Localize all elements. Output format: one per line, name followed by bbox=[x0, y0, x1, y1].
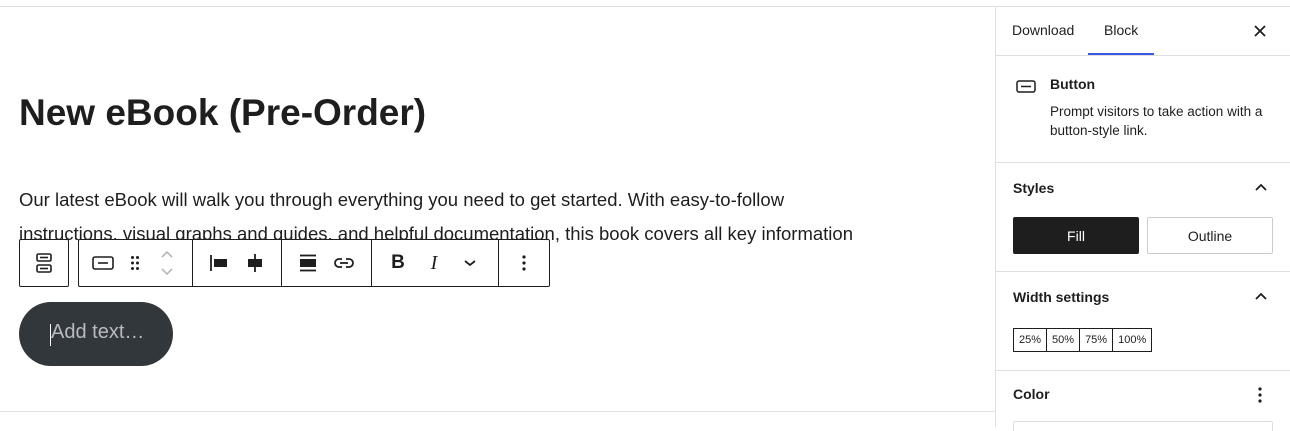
width-settings-title[interactable]: Width settings bbox=[1013, 289, 1109, 305]
chevron-up-icon[interactable] bbox=[1255, 183, 1267, 191]
color-setting-row[interactable] bbox=[1013, 421, 1273, 431]
active-tab-indicator bbox=[1088, 53, 1154, 55]
chevron-up-icon[interactable] bbox=[1255, 292, 1267, 300]
toolbar-block-section bbox=[79, 240, 193, 286]
link-button[interactable] bbox=[326, 240, 362, 286]
more-options-icon bbox=[1258, 387, 1262, 403]
justify-left-button[interactable] bbox=[201, 240, 237, 286]
block-card: Button Prompt visitors to take action wi… bbox=[996, 56, 1290, 163]
style-fill-button[interactable]: Fill bbox=[1013, 217, 1139, 254]
close-sidebar-button[interactable] bbox=[1252, 23, 1268, 39]
toolbar-justify-section bbox=[193, 240, 282, 286]
block-card-description: Prompt visitors to take action with a bu… bbox=[1050, 104, 1263, 138]
width-75-button[interactable]: 75% bbox=[1080, 329, 1114, 351]
vertical-align-icon bbox=[300, 254, 316, 272]
tab-download[interactable]: Download bbox=[1012, 22, 1074, 38]
sidebar-tabs: Download Block bbox=[996, 7, 1290, 56]
vertical-align-button[interactable] bbox=[290, 240, 326, 286]
width-50-button[interactable]: 50% bbox=[1047, 329, 1081, 351]
style-outline-button[interactable]: Outline bbox=[1147, 217, 1273, 254]
justify-left-icon bbox=[210, 255, 227, 271]
button-block-icon bbox=[92, 256, 114, 270]
color-panel-title[interactable]: Color bbox=[1013, 386, 1050, 402]
color-options-button[interactable] bbox=[1258, 387, 1262, 408]
button-block[interactable]: Add text… bbox=[19, 302, 173, 366]
move-up-down-icon bbox=[161, 250, 173, 276]
more-format-button[interactable] bbox=[452, 240, 488, 286]
buttons-block-icon bbox=[36, 253, 52, 273]
close-icon bbox=[1254, 25, 1266, 37]
button-text-placeholder[interactable]: Add text… bbox=[51, 321, 144, 344]
toolbar-format-section: B I bbox=[372, 240, 499, 286]
toolbar-options-section bbox=[499, 240, 549, 286]
paragraph-line: Our latest eBook will walk you through e… bbox=[19, 189, 785, 210]
block-toolbar: B I bbox=[78, 239, 550, 287]
canvas-divider bbox=[0, 411, 995, 412]
width-settings-panel: Width settings bbox=[996, 272, 1290, 371]
post-title[interactable]: New eBook (Pre-Order) bbox=[19, 91, 426, 135]
move-up-down-buttons[interactable] bbox=[149, 240, 185, 286]
bold-icon: B bbox=[391, 252, 405, 273]
justify-center-icon bbox=[248, 254, 262, 272]
button-block-icon bbox=[1016, 80, 1036, 98]
block-type-button[interactable] bbox=[85, 240, 121, 286]
italic-icon: I bbox=[430, 251, 438, 274]
select-parent-button[interactable] bbox=[19, 239, 69, 287]
drag-handle-icon bbox=[131, 256, 139, 270]
width-100-button[interactable]: 100% bbox=[1113, 329, 1151, 351]
tab-block[interactable]: Block bbox=[1104, 22, 1138, 38]
bold-button[interactable]: B bbox=[380, 240, 416, 286]
styles-panel-title[interactable]: Styles bbox=[1013, 180, 1054, 196]
width-options: 25% 50% 75% 100% bbox=[1013, 328, 1153, 352]
options-button[interactable] bbox=[506, 240, 542, 286]
width-25-button[interactable]: 25% bbox=[1014, 329, 1048, 351]
italic-button[interactable]: I bbox=[416, 240, 452, 286]
toolbar-link-section bbox=[282, 240, 372, 286]
settings-sidebar: Download Block Button Prompt visitors to… bbox=[995, 7, 1290, 431]
drag-handle[interactable] bbox=[121, 240, 149, 286]
link-icon bbox=[334, 258, 354, 268]
justify-center-button[interactable] bbox=[237, 240, 273, 286]
block-card-title: Button bbox=[1050, 76, 1096, 92]
chevron-down-icon bbox=[464, 260, 476, 267]
more-options-icon bbox=[522, 255, 526, 271]
